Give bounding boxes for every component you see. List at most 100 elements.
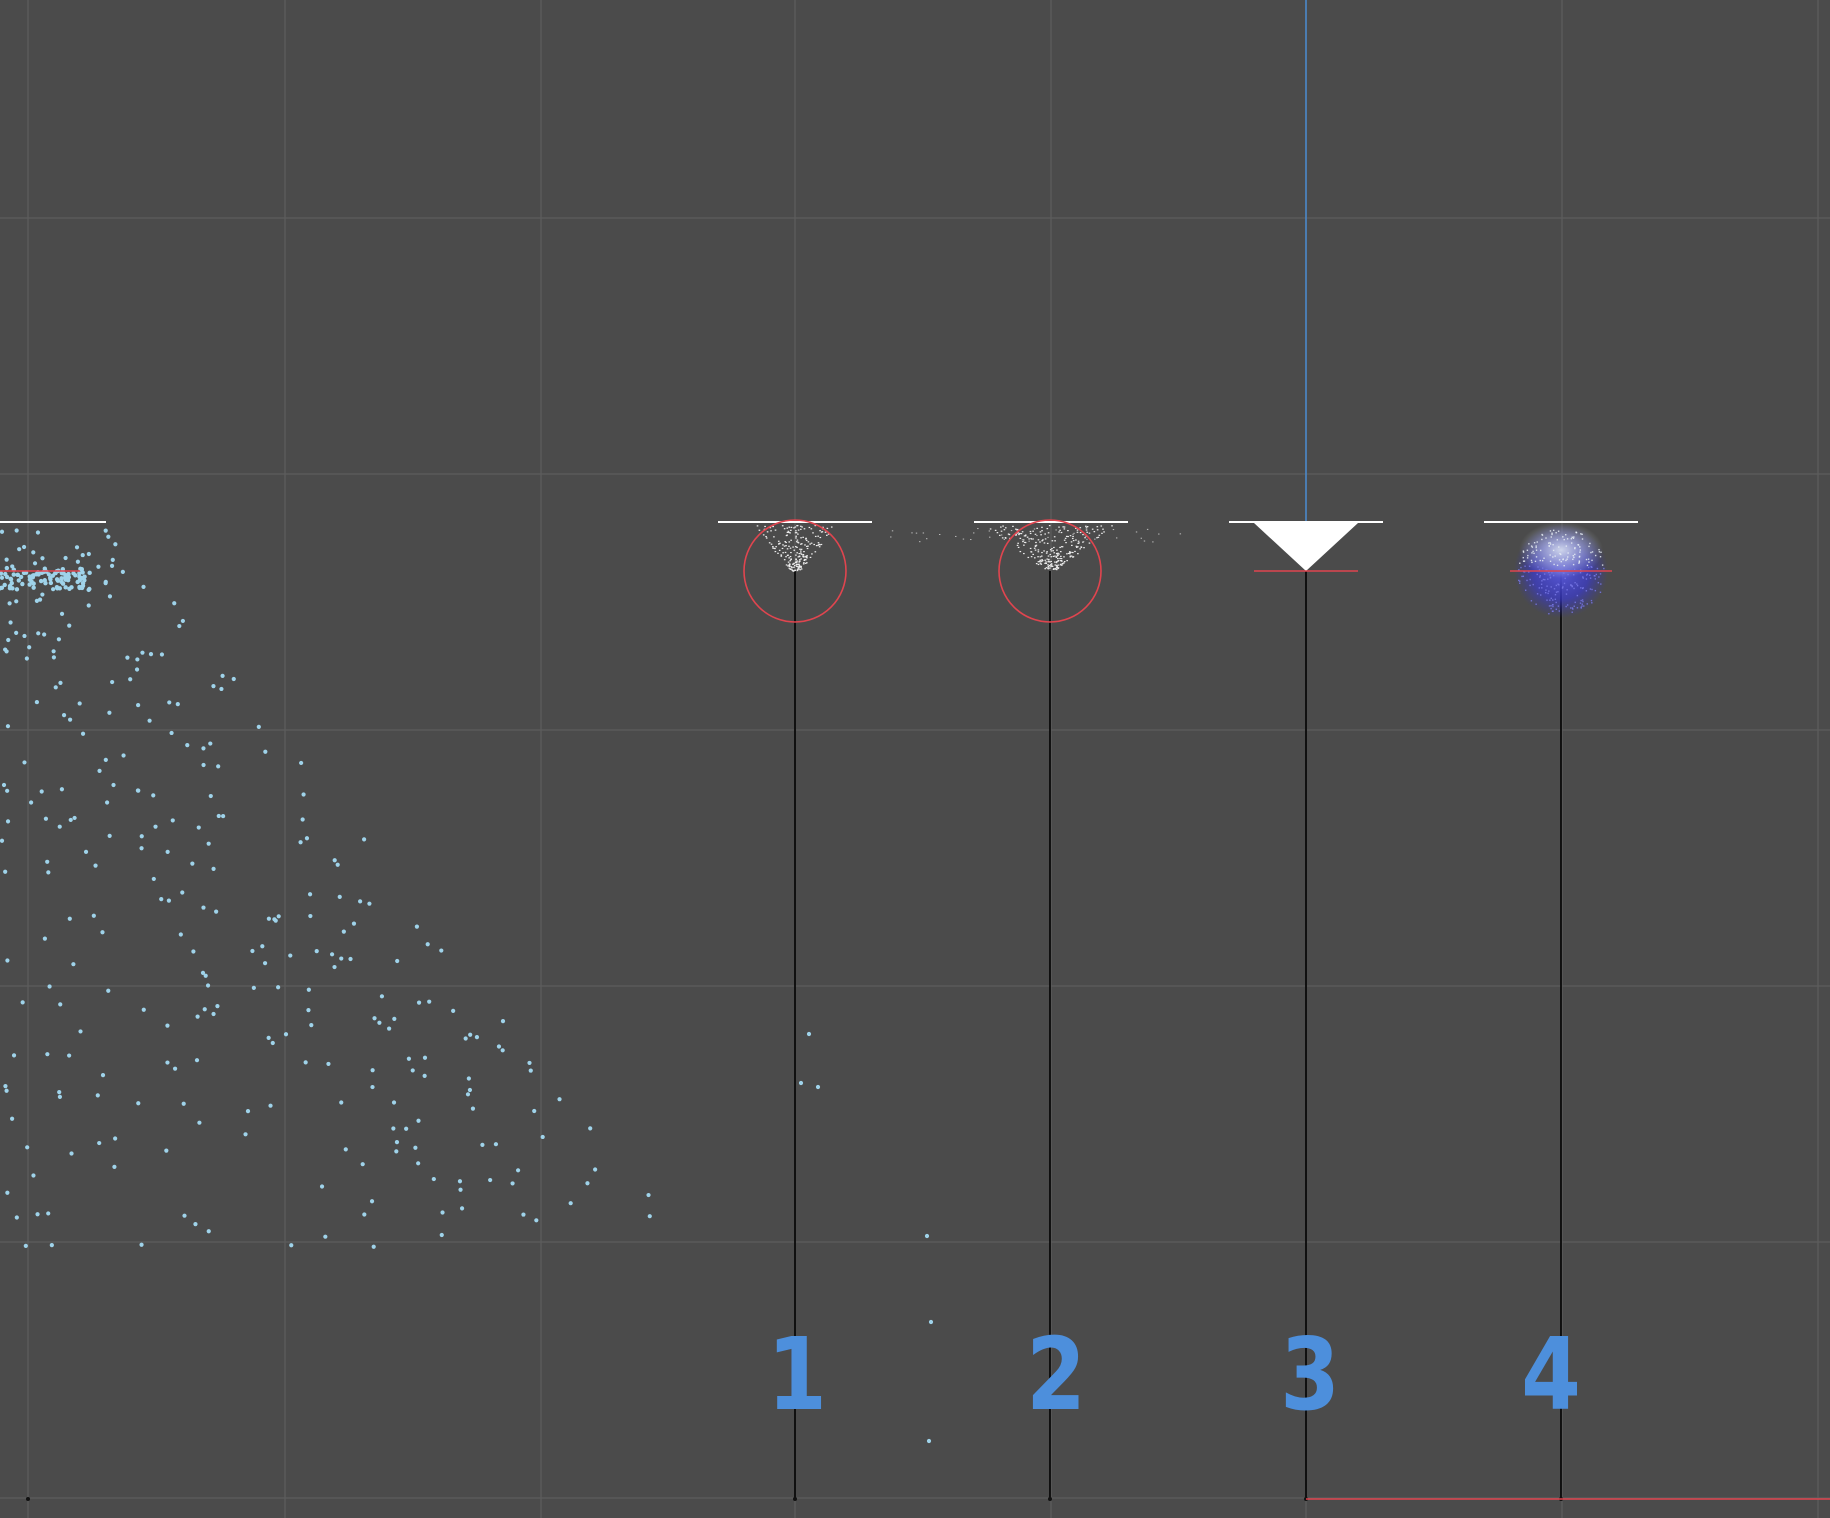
particle-white <box>826 534 828 536</box>
particle-white <box>785 564 788 566</box>
particle-speckle <box>1557 530 1560 532</box>
particle-speckle <box>1574 553 1576 556</box>
particle-white <box>1086 526 1089 528</box>
emitter-4[interactable] <box>1484 521 1638 618</box>
viewport-scene[interactable] <box>0 0 1830 1518</box>
particle <box>153 824 158 829</box>
particle-speckle <box>1552 544 1554 546</box>
particle-white <box>998 534 1001 536</box>
particle-white <box>1046 542 1049 545</box>
particle <box>266 1035 271 1040</box>
emitter-base-dot <box>1048 1497 1052 1501</box>
particle <box>798 1080 804 1086</box>
particle <box>39 789 44 794</box>
particle-speckle <box>1571 536 1573 538</box>
particle-stray <box>1055 529 1057 531</box>
particle <box>416 1000 422 1005</box>
particle <box>185 743 190 748</box>
particle-white <box>799 569 802 571</box>
particle-white <box>1071 537 1074 540</box>
particle-white <box>798 563 800 565</box>
particle-speckle <box>1541 559 1544 562</box>
particle <box>134 667 140 672</box>
particle-white <box>1054 564 1057 566</box>
particle-stray <box>1082 541 1085 543</box>
particle-white <box>758 529 761 531</box>
particle-speckle <box>1549 530 1552 532</box>
particle-white <box>813 543 816 546</box>
particle <box>67 1053 72 1058</box>
particle-speckle <box>1554 593 1557 596</box>
particle-speckle <box>1580 599 1582 602</box>
particle <box>371 1244 376 1249</box>
particle-speckle <box>1544 578 1546 581</box>
particle-speckle <box>1566 558 1568 560</box>
emitter-3[interactable] <box>1229 0 1383 572</box>
particle <box>404 1126 409 1131</box>
particle-white <box>1041 526 1043 528</box>
particle <box>208 793 213 799</box>
particle-speckle <box>1529 578 1531 581</box>
particle <box>360 1162 365 1167</box>
particle <box>106 534 111 539</box>
particle-white <box>1050 565 1052 568</box>
particle <box>45 1052 50 1057</box>
particle <box>80 552 85 558</box>
particle-white <box>785 545 787 547</box>
particle-white <box>789 547 792 549</box>
particle-white <box>1044 533 1046 535</box>
particle <box>319 1184 325 1189</box>
particle-white <box>994 529 997 531</box>
particle <box>87 570 92 576</box>
particle <box>468 1032 473 1037</box>
particle-white <box>1054 555 1056 557</box>
particle-speckle <box>1570 542 1573 544</box>
particle-speckle <box>1562 586 1564 588</box>
particle-white <box>794 569 796 571</box>
particle <box>387 1026 392 1031</box>
particle-speckle <box>1573 536 1575 538</box>
particle <box>10 1116 15 1121</box>
particle <box>308 913 313 919</box>
particle <box>46 1211 51 1216</box>
particle-white <box>1049 567 1051 569</box>
particle <box>458 1187 463 1192</box>
particle-white <box>805 539 808 541</box>
particle-white <box>1047 560 1050 562</box>
emitter-2[interactable] <box>890 519 1182 623</box>
particle-white <box>783 528 786 530</box>
particle <box>135 657 140 662</box>
particle <box>220 673 225 678</box>
particle <box>170 818 175 823</box>
particle <box>104 800 110 805</box>
particle-white <box>806 562 808 564</box>
particle <box>362 837 367 842</box>
particle-speckle <box>1526 557 1529 559</box>
particle-white <box>1012 525 1014 527</box>
particle-speckle <box>1536 573 1538 576</box>
particle <box>7 601 12 606</box>
particle-speckle <box>1603 567 1605 570</box>
particle-speckle <box>1580 533 1582 535</box>
particle <box>0 575 5 580</box>
particle-speckle <box>1539 575 1542 577</box>
particle-stray <box>977 528 979 530</box>
particle-speckle <box>1565 559 1567 562</box>
particle-white <box>1024 534 1027 536</box>
3d-viewport[interactable]: 1 2 3 4 <box>0 0 1830 1518</box>
particle <box>139 846 144 851</box>
particle <box>194 1058 200 1063</box>
particle-white <box>814 535 817 538</box>
particle-white <box>817 542 820 544</box>
emitter-3-triangle <box>1254 523 1358 571</box>
particle-speckle <box>1540 583 1543 585</box>
particle-white <box>1033 557 1036 559</box>
particle-white <box>783 559 786 561</box>
particle <box>299 760 304 766</box>
particle <box>202 1007 207 1012</box>
particle-speckle <box>1585 574 1588 576</box>
particle <box>40 556 45 561</box>
particle <box>14 1215 19 1220</box>
particle-speckle <box>1549 574 1551 576</box>
particle-speckle <box>1552 599 1554 601</box>
